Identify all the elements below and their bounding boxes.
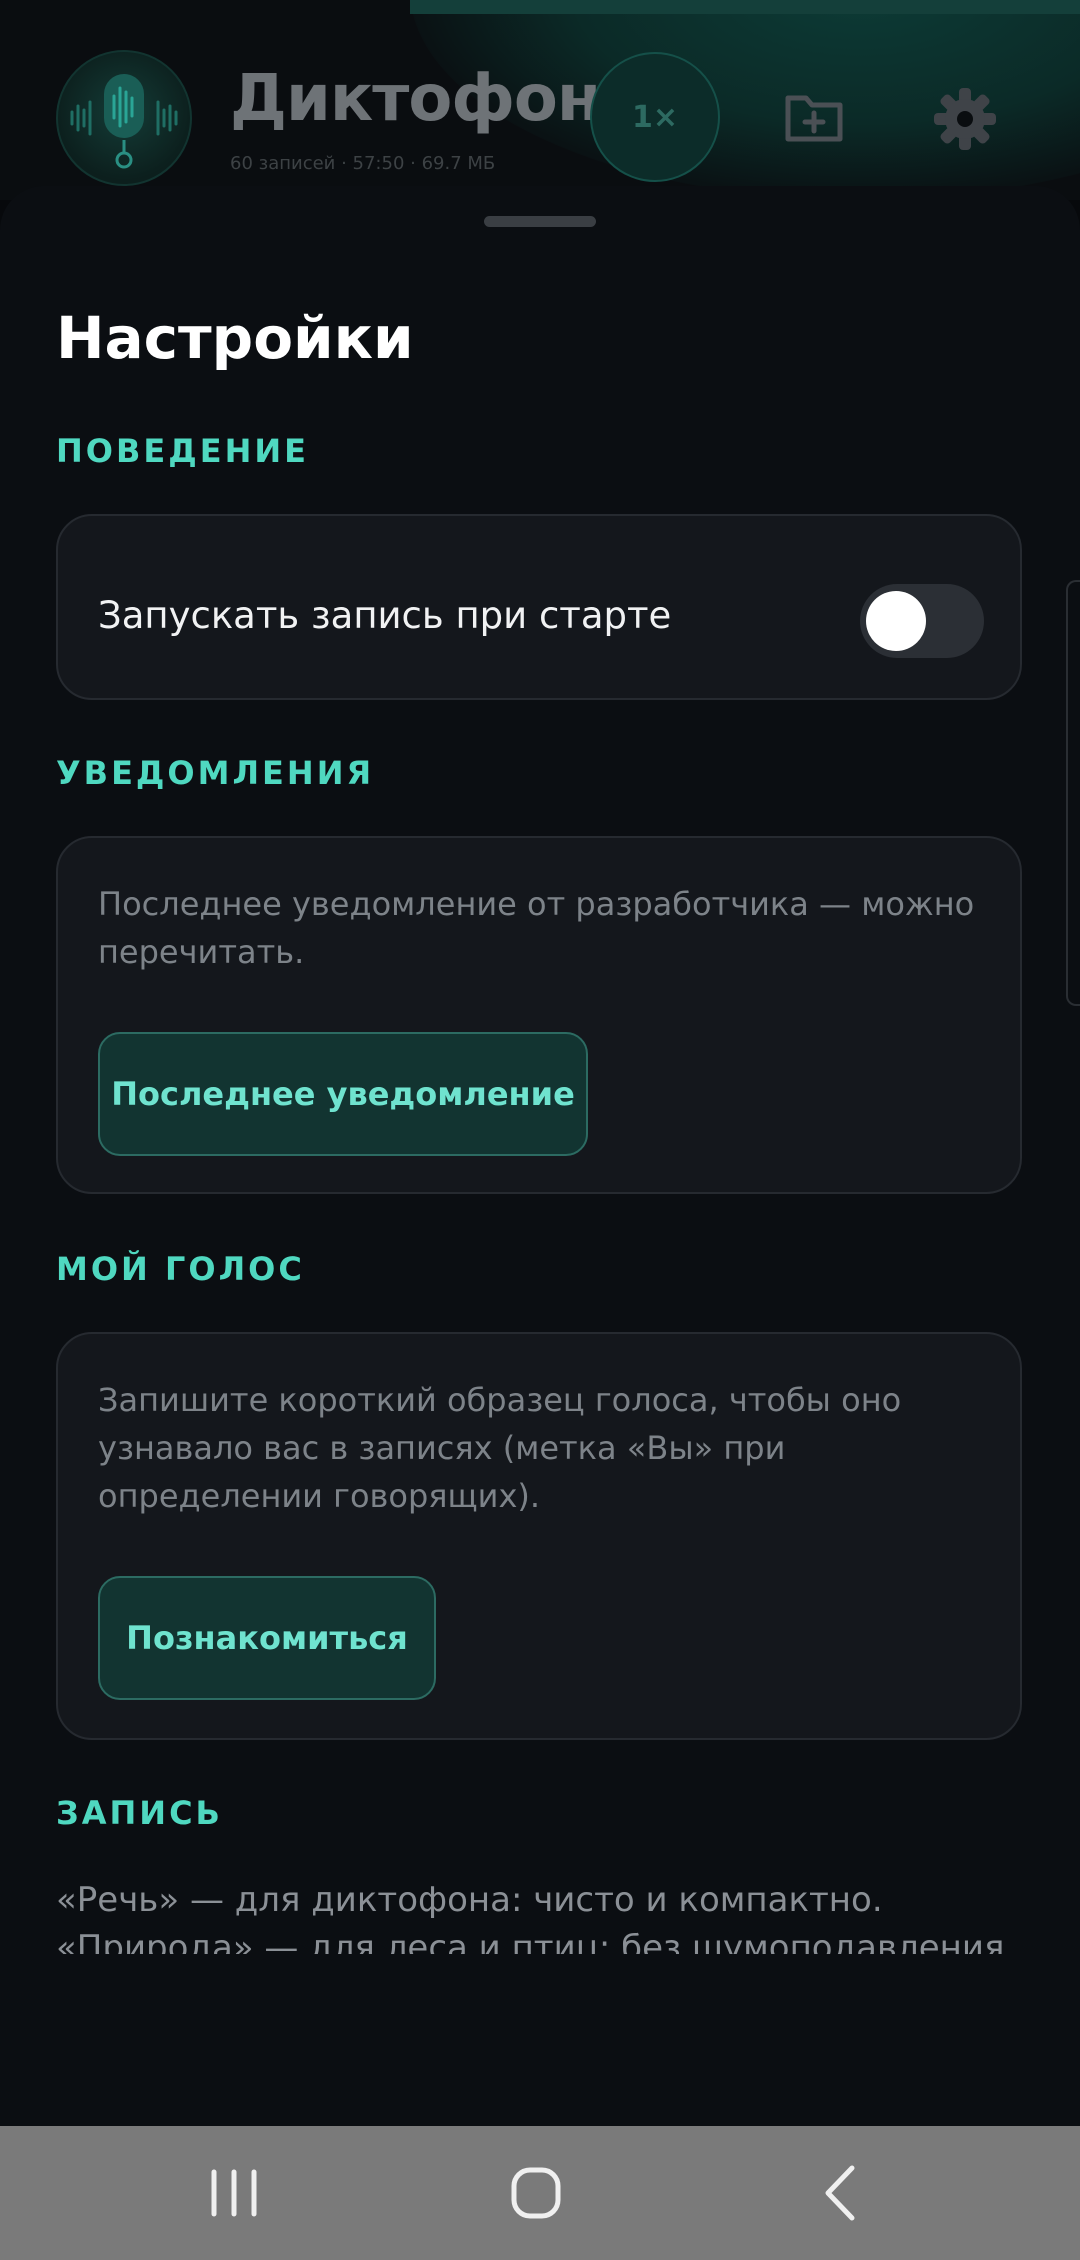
recording-text-line-1: «Речь» — для диктофона: чисто и компактн… xyxy=(56,1880,883,1920)
folder-add-icon[interactable] xyxy=(782,84,846,148)
home-icon[interactable] xyxy=(496,2156,576,2230)
back-icon[interactable] xyxy=(800,2156,880,2230)
section-voice-label: МОЙ ГОЛОС xyxy=(56,1250,305,1288)
recording-description: «Речь» — для диктофона: чисто и компактн… xyxy=(56,1876,1036,1954)
sheet-drag-handle[interactable] xyxy=(484,216,596,227)
recent-apps-icon[interactable] xyxy=(194,2156,274,2230)
notifications-description: Последнее уведомление от разработчика — … xyxy=(98,885,975,971)
app-header: Диктофон 60 записей · 57:50 · 69.7 МБ 1× xyxy=(0,0,1080,200)
playback-speed-button[interactable]: 1× xyxy=(590,52,720,182)
recording-text-line-2: «Природа» — для леса и птиц: без шумопод… xyxy=(56,1928,1005,1954)
notifications-card: Последнее уведомление от разработчика — … xyxy=(56,836,1022,1194)
voice-description: Запишите короткий образец голоса, чтобы … xyxy=(98,1381,902,1515)
behavior-card: Запускать запись при старте xyxy=(56,514,1022,700)
section-recording-label: ЗАПИСЬ xyxy=(56,1794,223,1832)
scroll-indicator xyxy=(1066,580,1080,1006)
app-title: Диктофон xyxy=(230,62,601,136)
meet-voice-button[interactable]: Познакомиться xyxy=(98,1576,436,1700)
section-notifications-label: УВЕДОМЛЕНИЯ xyxy=(56,754,375,792)
system-navigation-bar xyxy=(0,2126,1080,2260)
app-stats: 60 записей · 57:50 · 69.7 МБ xyxy=(230,153,496,174)
header-accent-strip xyxy=(410,0,1080,14)
last-notification-button[interactable]: Последнее уведомление xyxy=(98,1032,588,1156)
settings-title: Настройки xyxy=(56,304,414,372)
section-behavior-label: ПОВЕДЕНИЕ xyxy=(56,432,310,470)
settings-sheet: Настройки ПОВЕДЕНИЕ Запускать запись при… xyxy=(0,186,1080,2126)
autostart-toggle[interactable] xyxy=(860,584,984,658)
toggle-knob xyxy=(866,591,926,651)
microphone-logo-icon xyxy=(56,50,192,186)
gear-icon[interactable] xyxy=(932,86,998,152)
voice-card: Запишите короткий образец голоса, чтобы … xyxy=(56,1332,1022,1740)
autostart-label: Запускать запись при старте xyxy=(98,594,672,637)
